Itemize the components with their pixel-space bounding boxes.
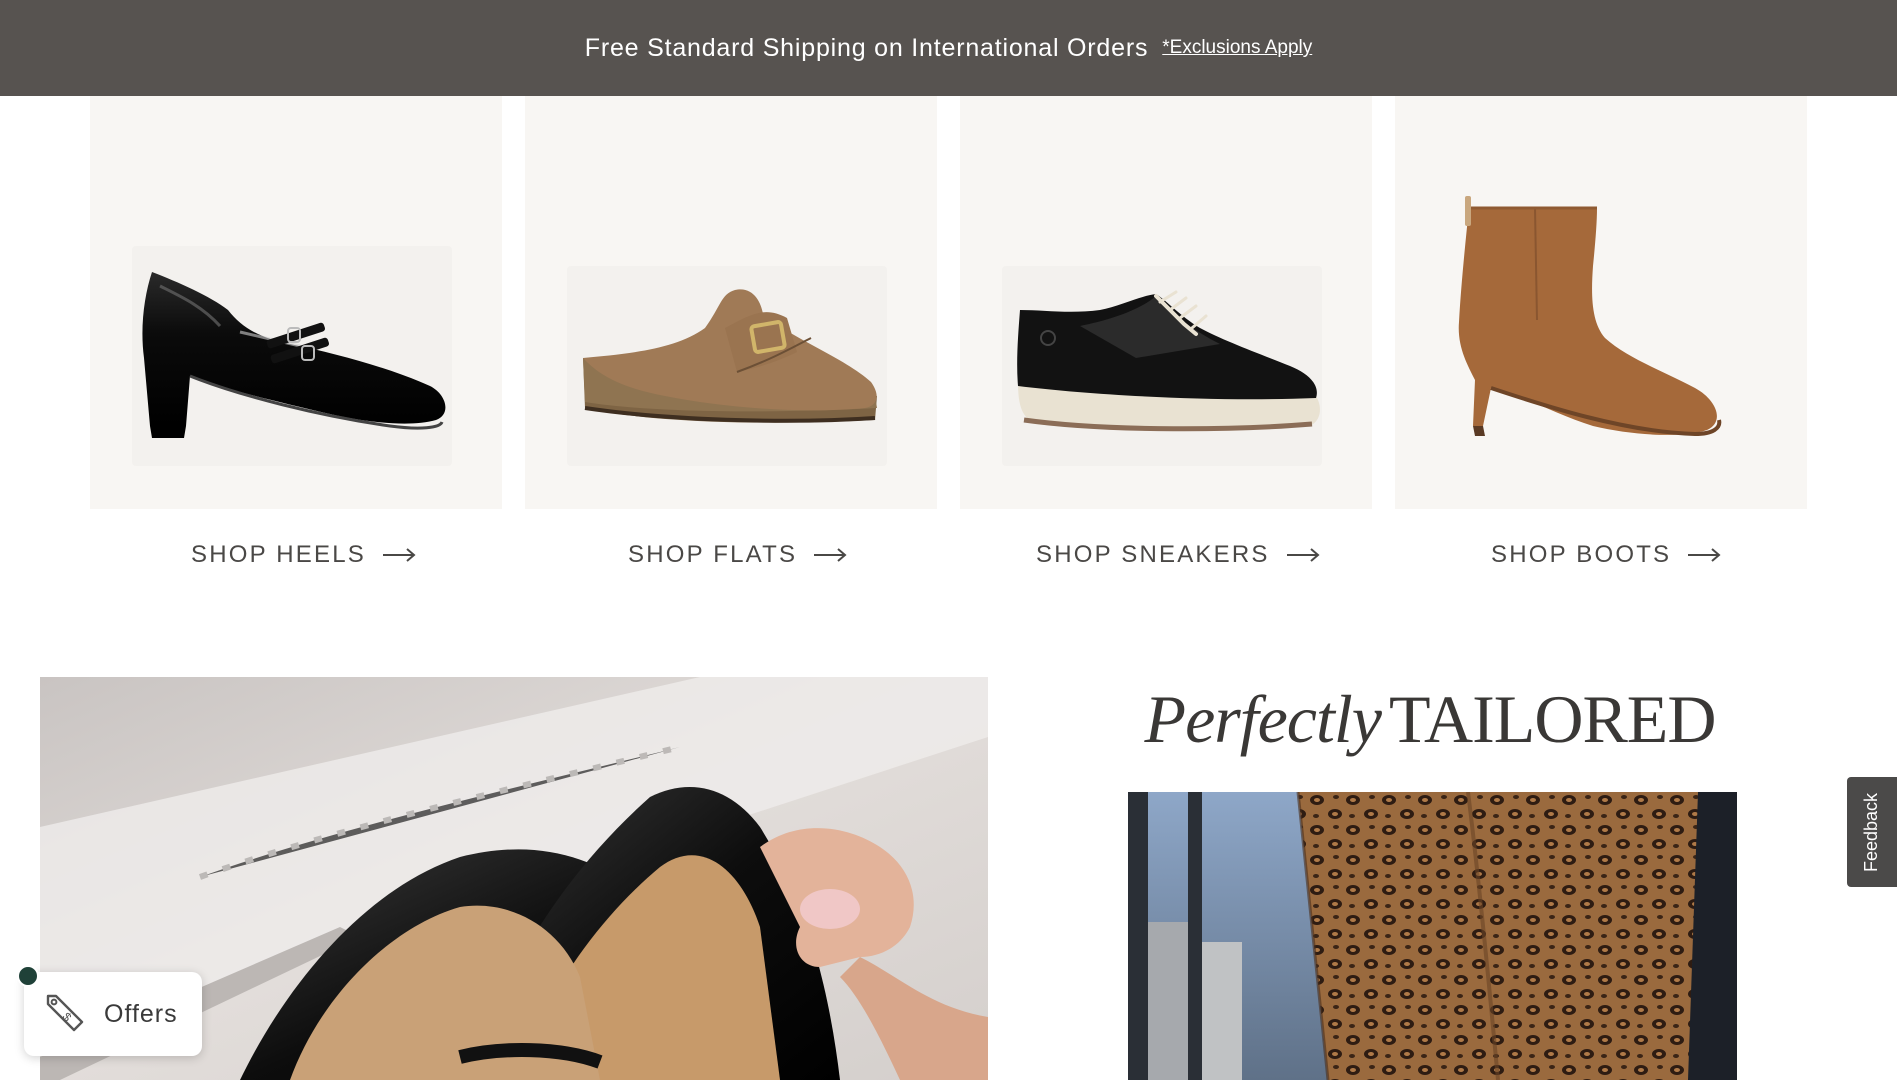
clog-flat-image: [583, 289, 877, 423]
price-tag-icon: $: [46, 994, 84, 1032]
leopard-pants-photo: [1128, 792, 1737, 1080]
feedback-tab[interactable]: Feedback: [1847, 777, 1897, 887]
heels-category-tile[interactable]: [90, 96, 502, 509]
heading-caps-part: TAILORED: [1388, 681, 1716, 757]
boots-category-tile[interactable]: [1395, 96, 1807, 509]
sneakers-category-tile[interactable]: [960, 96, 1372, 509]
notification-dot: [17, 965, 39, 987]
bootie-image: [1458, 196, 1722, 437]
offers-button[interactable]: $ Offers: [17, 965, 202, 1056]
offers-label: Offers: [104, 999, 178, 1028]
arrow-right-icon: [1688, 548, 1721, 562]
shop-boots-link[interactable]: SHOP BOOTS: [1491, 541, 1721, 569]
sneaker-image: [1017, 290, 1320, 432]
perfectly-tailored-heading: Perfectly TAILORED: [1060, 680, 1800, 759]
shop-boots-label: SHOP BOOTS: [1491, 541, 1672, 568]
arrow-right-icon: [1286, 548, 1320, 562]
tailored-feature-image[interactable]: [1128, 792, 1737, 1080]
shop-flats-label: SHOP FLATS: [628, 541, 798, 568]
shop-sneakers-link[interactable]: SHOP SNEAKERS: [1036, 541, 1320, 569]
arrow-right-icon: [814, 548, 847, 562]
banner-message: Free Standard Shipping on International …: [584, 33, 1149, 62]
shop-sneakers-label: SHOP SNEAKERS: [1036, 541, 1270, 568]
heel-shoe-image: [142, 272, 446, 438]
announcement-banner: Free Standard Shipping on International …: [0, 0, 1897, 96]
shop-flats-link[interactable]: SHOP FLATS: [628, 541, 847, 569]
heading-italic-part: Perfectly: [1144, 681, 1382, 757]
arrow-right-icon: [382, 548, 416, 562]
exclusions-apply-link[interactable]: *Exclusions Apply: [1162, 37, 1312, 59]
shop-heels-link[interactable]: SHOP HEELS: [191, 541, 416, 569]
flats-category-tile[interactable]: [525, 96, 937, 509]
shop-heels-label: SHOP HEELS: [191, 541, 366, 568]
feedback-label: Feedback: [1861, 792, 1882, 872]
